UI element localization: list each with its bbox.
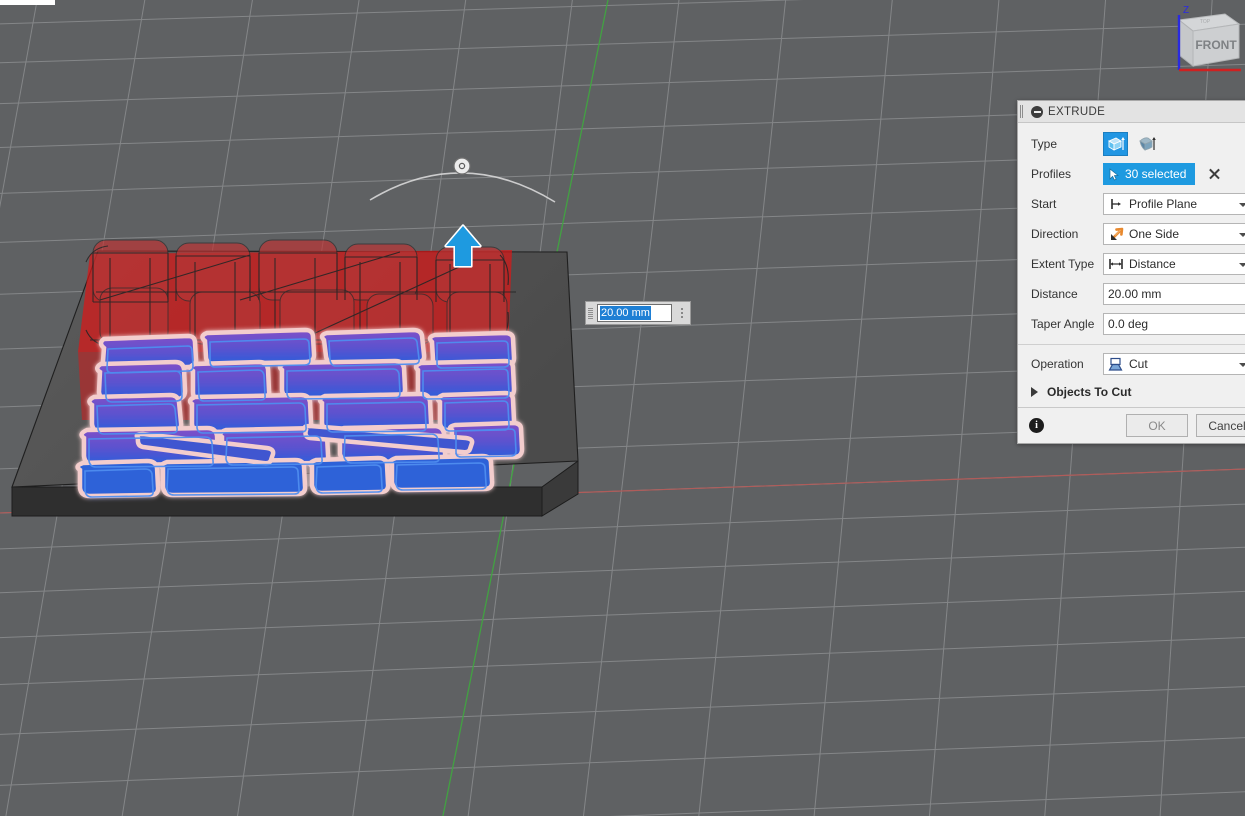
chevron-down-icon[interactable] <box>1239 203 1245 207</box>
distance-input[interactable]: 20.00 mm <box>1103 283 1245 305</box>
label-operation: Operation <box>1031 357 1103 371</box>
row-taper-angle: Taper Angle 0.0 deg <box>1018 309 1245 339</box>
chevron-down-icon[interactable] <box>1239 263 1245 267</box>
taper-angle-input[interactable]: 0.0 deg <box>1103 313 1245 335</box>
dimension-value: 20.00 mm <box>600 306 651 320</box>
objects-to-cut-section[interactable]: Objects To Cut <box>1018 379 1245 405</box>
operation-dropdown[interactable]: Cut <box>1103 353 1245 375</box>
profiles-selection-count: 30 selected <box>1125 167 1186 181</box>
direction-dropdown[interactable]: One Side <box>1103 223 1245 245</box>
extrude-dialog[interactable]: EXTRUDE Type <box>1017 100 1245 444</box>
label-extent-type: Extent Type <box>1031 257 1103 271</box>
dialog-body: Type <box>1018 123 1245 407</box>
row-operation: Operation Cut <box>1018 349 1245 379</box>
dialog-title: EXTRUDE <box>1048 106 1105 118</box>
ok-button[interactable]: OK <box>1126 414 1188 437</box>
row-type: Type <box>1018 129 1245 159</box>
voronoi-profile-cells[interactable] <box>78 330 522 497</box>
view-cube-face-label: FRONT <box>1195 38 1237 52</box>
cancel-button[interactable]: Cancel <box>1196 414 1245 437</box>
operation-value: Cut <box>1129 357 1148 371</box>
row-start: Start Profile Plane <box>1018 189 1245 219</box>
dimension-input[interactable]: 20.00 mm <box>597 304 672 322</box>
profiles-selection-badge[interactable]: 30 selected <box>1103 163 1195 185</box>
start-value: Profile Plane <box>1129 197 1197 211</box>
tapered-extrude-icon[interactable] <box>1134 132 1159 156</box>
dialog-footer: i OK Cancel <box>1018 407 1245 443</box>
profile-extrude-icon[interactable] <box>1103 132 1128 156</box>
profile-plane-icon <box>1108 196 1124 212</box>
extent-type-value: Distance <box>1129 257 1176 271</box>
view-cube-top-label: TOP <box>1200 19 1211 25</box>
taper-angle-value: 0.0 deg <box>1108 317 1148 331</box>
minus-circle-icon[interactable] <box>1031 106 1043 118</box>
row-extent-type: Extent Type Distance <box>1018 249 1245 279</box>
row-profiles: Profiles 30 selected <box>1018 159 1245 189</box>
cursor-arrow-icon <box>1109 168 1120 181</box>
cad-application-window: FRONT TOP Z 20.00 mm <box>0 0 1245 816</box>
cut-operation-icon <box>1108 356 1124 372</box>
label-type: Type <box>1031 137 1103 151</box>
label-taper-angle: Taper Angle <box>1031 317 1103 331</box>
dimension-drag-grip[interactable] <box>586 302 595 324</box>
chevron-right-icon[interactable] <box>1031 387 1038 397</box>
top-left-ui-strip <box>0 0 55 5</box>
label-distance: Distance <box>1031 287 1103 301</box>
row-distance: Distance 20.00 mm <box>1018 279 1245 309</box>
direction-value: One Side <box>1129 227 1179 241</box>
row-direction: Direction One Side <box>1018 219 1245 249</box>
distance-dimension-icon <box>1108 256 1124 272</box>
inline-dimension-editor[interactable]: 20.00 mm <box>585 301 691 325</box>
axis-z-label: Z <box>1183 5 1189 16</box>
taper-angle-arc-handle[interactable] <box>370 158 555 202</box>
one-side-arrow-icon <box>1108 226 1124 242</box>
view-cube[interactable]: FRONT TOP Z <box>1157 0 1245 82</box>
label-profiles: Profiles <box>1031 167 1103 181</box>
dialog-drag-handle[interactable] <box>1020 105 1026 118</box>
section-divider <box>1018 344 1245 345</box>
label-direction: Direction <box>1031 227 1103 241</box>
distance-value: 20.00 mm <box>1108 287 1161 301</box>
chevron-down-icon[interactable] <box>1239 363 1245 367</box>
dimension-options-menu[interactable] <box>674 302 690 324</box>
label-start: Start <box>1031 197 1103 211</box>
close-icon[interactable] <box>1207 167 1221 181</box>
dialog-titlebar[interactable]: EXTRUDE <box>1018 101 1245 123</box>
objects-to-cut-label: Objects To Cut <box>1047 385 1131 399</box>
start-dropdown[interactable]: Profile Plane <box>1103 193 1245 215</box>
extent-type-dropdown[interactable]: Distance <box>1103 253 1245 275</box>
info-icon[interactable]: i <box>1029 418 1044 433</box>
chevron-down-icon[interactable] <box>1239 233 1245 237</box>
